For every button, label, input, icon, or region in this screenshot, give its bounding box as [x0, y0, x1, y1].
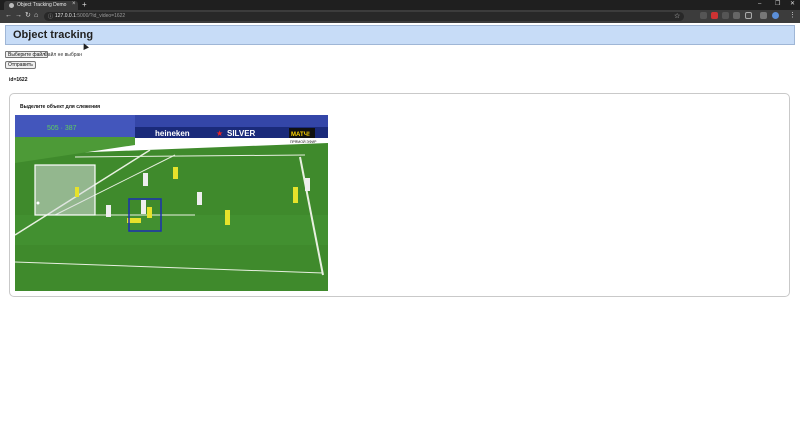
tracking-panel: Выделите объект для слежения heineken ★ … [9, 93, 790, 297]
player-white [305, 178, 310, 191]
player-yellow [147, 207, 152, 218]
player-yellow [75, 187, 79, 197]
profile-avatar[interactable] [745, 12, 752, 19]
player-yellow [293, 187, 298, 203]
player-white [106, 205, 111, 217]
file-status: Файл не выбран [44, 52, 83, 58]
goal-net [35, 165, 95, 215]
browser-toolbar: ← → ↻ ⌂ ⓘ 127.0.0.1:5000/?id_video=1622 … [0, 10, 800, 23]
avatar[interactable] [772, 12, 779, 19]
broadcaster-name: МАТЧ! [291, 132, 310, 138]
address-bar[interactable]: ⓘ 127.0.0.1:5000/?id_video=1622 ☆ [44, 12, 684, 21]
maximize-button[interactable]: ❐ [775, 0, 780, 9]
ad-text: SILVER [227, 129, 256, 138]
player-yellow [225, 210, 230, 225]
live-badge-text: ПРЯМОЙ ЭФИР [290, 140, 317, 144]
url-text[interactable]: 127.0.0.1:5000/?id_video=1622 [55, 13, 125, 19]
ball [36, 201, 40, 205]
back-icon[interactable]: ← [5, 12, 12, 20]
browser-tab[interactable]: Object Tracking Demo × [4, 1, 78, 10]
score-overlay: 505 · 387 [47, 125, 77, 132]
close-icon[interactable]: × [72, 1, 76, 7]
page-title: Object tracking [13, 29, 94, 41]
player-white [143, 173, 148, 186]
url-path: :5000/?id_video=1622 [75, 13, 126, 19]
close-window-button[interactable]: ✕ [790, 0, 795, 9]
video-frame[interactable]: heineken ★ SILVER 505 · 387 МАТЧ! ПРЯМОЙ… [15, 115, 328, 291]
choose-file-button[interactable]: Выберите файл [5, 51, 49, 58]
forward-icon[interactable]: → [15, 12, 22, 20]
url-host: 127.0.0.1 [55, 13, 76, 19]
favicon-icon [9, 3, 14, 8]
player-yellow [173, 167, 178, 179]
player-white [197, 192, 202, 205]
menu-kebab-icon[interactable]: ⋮ [789, 12, 796, 20]
svg-text:heineken: heineken [155, 129, 190, 138]
extension-icon[interactable] [711, 12, 718, 19]
extension-icon[interactable] [733, 12, 740, 19]
puzzle-icon[interactable] [760, 12, 767, 19]
reload-icon[interactable]: ↻ [25, 12, 31, 20]
site-info-icon[interactable]: ⓘ [48, 13, 53, 20]
extension-icon[interactable] [722, 12, 729, 19]
extension-icon[interactable] [700, 12, 707, 19]
home-icon[interactable]: ⌂ [34, 12, 38, 20]
svg-text:★: ★ [216, 129, 223, 138]
page-content: Object tracking Выберите файл Файл не вы… [0, 23, 800, 435]
pitch-stripe [15, 215, 328, 245]
player-white [141, 200, 146, 214]
submit-button[interactable]: Отправить [5, 61, 36, 69]
video-id: id=1622 [9, 77, 28, 83]
tab-title: Object Tracking Demo [17, 2, 67, 8]
new-tab-button[interactable]: + [82, 0, 87, 9]
minimize-button[interactable]: – [758, 0, 761, 9]
browser-tabbar: Object Tracking Demo × + – ❐ ✕ [0, 0, 800, 10]
panel-title: Выделите объект для слежения [20, 104, 101, 110]
page-header: Object tracking [5, 25, 795, 45]
bookmark-star-icon[interactable]: ☆ [674, 12, 680, 20]
